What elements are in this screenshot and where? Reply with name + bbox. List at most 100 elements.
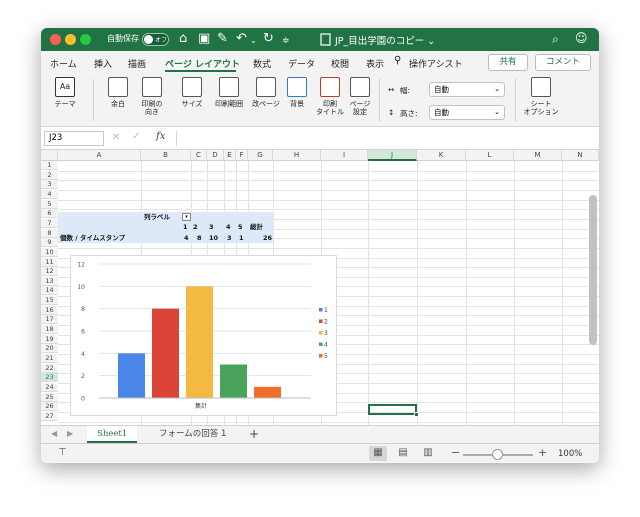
sheet-options-button[interactable]: シート オプション <box>519 77 563 116</box>
column-header-e[interactable]: E <box>224 150 236 161</box>
row-header-3[interactable]: 3 <box>41 180 58 190</box>
column-header-a[interactable]: A <box>58 150 141 161</box>
row-header-14[interactable]: 14 <box>41 286 58 296</box>
bar-series-5[interactable] <box>254 386 281 398</box>
zoom-slider-thumb[interactable] <box>492 449 503 460</box>
bar-series-1[interactable] <box>118 353 145 398</box>
pivot-value-cell[interactable]: 4 <box>184 234 189 243</box>
row-header-2[interactable]: 2 <box>41 170 58 180</box>
home-icon[interactable]: ⌂ <box>179 31 187 47</box>
zoom-in-icon[interactable]: + <box>538 446 547 459</box>
row-header-24[interactable]: 24 <box>41 382 58 392</box>
pivot-value-cell[interactable]: 26 <box>263 234 272 243</box>
pivot-header-cell[interactable]: 3 <box>209 223 214 232</box>
tab-data[interactable]: データ <box>288 57 315 70</box>
close-window-button[interactable] <box>50 34 61 45</box>
edit-icon[interactable]: ✎ <box>217 31 228 47</box>
row-header-21[interactable]: 21 <box>41 354 58 363</box>
column-header-d[interactable]: D <box>207 150 224 161</box>
row-header-23[interactable]: 23 <box>41 373 58 383</box>
tab-formulas[interactable]: 数式 <box>253 57 271 70</box>
active-cell-j23[interactable] <box>368 404 417 415</box>
pivot-chart[interactable]: 0 2 4 6 8 10 12 1 2 3 4 5 集計 <box>70 255 337 416</box>
row-header-27[interactable]: 27 <box>41 411 58 421</box>
column-header-j[interactable]: J <box>368 150 417 161</box>
formula-input[interactable] <box>176 131 590 146</box>
redo-icon[interactable]: ↻ <box>263 31 274 47</box>
comment-button[interactable]: コメント <box>535 54 591 71</box>
height-select[interactable]: 自動 ⌄ <box>429 105 505 120</box>
worksheet-grid[interactable]: ABCDEFGHIJKLMN 1 2 3 4 5 6 7 8 9 10 11 12 13 14 15 16 17… <box>41 150 599 425</box>
row-header-13[interactable]: 13 <box>41 276 58 286</box>
page-break-preview-icon[interactable]: ▥ <box>419 446 437 461</box>
tab-view[interactable]: 表示 <box>366 57 384 70</box>
row-header-8[interactable]: 8 <box>41 228 58 238</box>
column-header-h[interactable]: H <box>273 150 321 161</box>
customize-toolbar-icon[interactable]: ≑ <box>282 33 290 49</box>
bar-series-4[interactable] <box>220 364 247 399</box>
size-button[interactable]: サイズ <box>175 77 209 108</box>
pivot-header-cell[interactable]: 1 <box>183 223 188 232</box>
row-header-7[interactable]: 7 <box>41 218 58 228</box>
row-header-17[interactable]: 17 <box>41 315 58 325</box>
pivot-header-cell[interactable]: 総計 <box>250 223 263 232</box>
pivot-value-cell[interactable]: 8 <box>197 234 202 243</box>
search-icon[interactable]: ⌕ <box>552 32 559 47</box>
column-header-m[interactable]: M <box>514 150 562 161</box>
row-header-9[interactable]: 9 <box>41 238 58 248</box>
tab-insert[interactable]: 挿入 <box>94 57 112 70</box>
background-button[interactable]: 背景 <box>284 77 310 108</box>
width-select[interactable]: 自動 ⌄ <box>429 82 505 97</box>
sheet-tab-sheet1[interactable]: Sheet1 <box>87 426 138 443</box>
orientation-button[interactable]: 印刷の 向き <box>137 77 167 116</box>
pivot-header-cell[interactable]: 2 <box>193 223 198 232</box>
fill-handle[interactable] <box>414 412 419 417</box>
column-header-n[interactable]: N <box>562 150 599 161</box>
breaks-button[interactable]: 改ページ <box>249 77 283 108</box>
pivot-header-cell[interactable]: 4 <box>226 223 231 232</box>
row-header-5[interactable]: 5 <box>41 199 58 209</box>
name-box[interactable]: J23 <box>44 131 104 146</box>
column-header-k[interactable]: K <box>417 150 466 161</box>
margins-button[interactable]: 余白 <box>101 77 135 108</box>
column-header-i[interactable]: I <box>321 150 368 161</box>
page-setup-button[interactable]: ページ 設定 <box>347 77 373 116</box>
normal-view-icon[interactable]: ▦ <box>369 446 387 461</box>
select-all-corner[interactable] <box>41 150 58 161</box>
column-header-c[interactable]: C <box>191 150 207 161</box>
tab-review[interactable]: 校閲 <box>331 57 349 70</box>
row-header-18[interactable]: 18 <box>41 325 58 335</box>
fx-icon[interactable]: fx <box>156 131 165 142</box>
pivot-header-cell[interactable]: 5 <box>238 223 243 232</box>
pivot-value-cell[interactable]: 3 <box>227 234 232 243</box>
cancel-icon[interactable]: ✕ <box>112 132 120 143</box>
row-header-20[interactable]: 20 <box>41 344 58 354</box>
row-header-15[interactable]: 15 <box>41 296 58 306</box>
page-layout-view-icon[interactable]: ▤ <box>394 446 412 461</box>
column-header-l[interactable]: L <box>466 150 514 161</box>
print-area-button[interactable]: 印刷範囲 <box>211 77 247 108</box>
zoom-window-button[interactable] <box>80 34 91 45</box>
check-icon[interactable]: ✓ <box>132 131 140 142</box>
macro-record-icon[interactable]: ⊤ <box>58 447 67 458</box>
person-icon[interactable]: ☺ <box>575 31 588 45</box>
bar-series-3[interactable] <box>186 286 213 398</box>
row-header-26[interactable]: 26 <box>41 402 58 412</box>
row-header-16[interactable]: 16 <box>41 305 58 315</box>
tab-page-layout[interactable]: ページ レイアウト <box>165 57 240 70</box>
row-header-10[interactable]: 10 <box>41 247 58 257</box>
share-button[interactable]: 共有 <box>488 54 528 71</box>
autosave-toggle[interactable]: オフ <box>142 33 169 46</box>
pivot-value-cell[interactable]: 10 <box>209 234 218 243</box>
column-header-g[interactable]: G <box>248 150 273 161</box>
vertical-scrollbar[interactable] <box>589 195 597 345</box>
tell-me-search[interactable]: 操作アシスト <box>409 57 463 70</box>
row-header-19[interactable]: 19 <box>41 334 58 344</box>
zoom-out-icon[interactable]: − <box>451 446 460 459</box>
column-header-b[interactable]: B <box>141 150 191 161</box>
chevron-down-icon[interactable]: ⌄ <box>250 33 257 49</box>
row-header-6[interactable]: 6 <box>41 209 58 219</box>
pivot-column-label[interactable]: 列ラベル <box>144 213 170 222</box>
row-header-1[interactable]: 1 <box>41 161 58 170</box>
row-header-4[interactable]: 4 <box>41 189 58 199</box>
